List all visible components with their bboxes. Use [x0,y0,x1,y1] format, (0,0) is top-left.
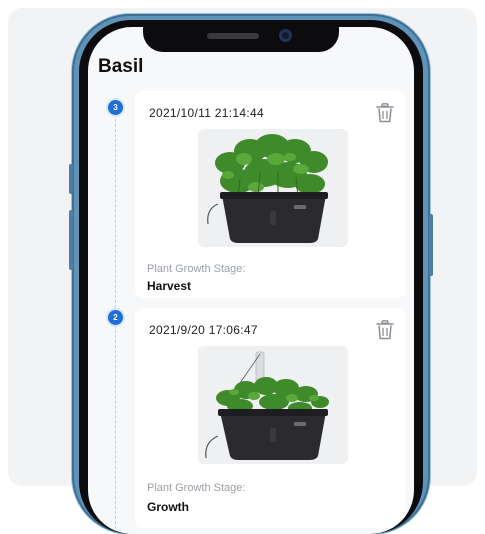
phone-frame: Basil 3 2021/10/11 21:14:44 Plant Growth… [69,14,433,534]
phone-bezel: Basil 3 2021/10/11 21:14:44 Plant Growth… [79,20,423,534]
app-screen: Basil 3 2021/10/11 21:14:44 Plant Growth… [88,27,414,534]
harvest-plant-image [207,134,328,243]
timeline-dot: 2 [108,310,123,325]
page-title: Basil [98,56,144,77]
front-camera-icon [279,29,292,42]
record-timestamp: 2021/9/20 17:06:47 [149,323,258,337]
growth-plant-image [205,351,329,460]
stage-value: Harvest [147,279,192,293]
power-button [429,214,433,276]
growth-record-card[interactable]: 2021/9/20 17:06:47 Plant Growth Stage: G… [135,308,406,528]
stage-value: Growth [147,500,189,514]
trash-icon[interactable] [376,320,394,340]
phone-notch [143,20,339,52]
growth-record-card[interactable]: 2021/10/11 21:14:44 Plant Growth Stage: … [135,91,406,298]
plant-photo[interactable] [198,129,348,247]
volume-up-button [69,164,73,194]
stage-label: Plant Growth Stage: [147,482,246,494]
stage-label: Plant Growth Stage: [147,263,246,275]
record-timestamp: 2021/10/11 21:14:44 [149,106,264,120]
speaker-grille [207,33,259,39]
plant-photo[interactable] [198,346,348,464]
volume-down-button [69,210,73,270]
timeline-dot: 3 [108,100,123,115]
trash-icon[interactable] [376,103,394,123]
